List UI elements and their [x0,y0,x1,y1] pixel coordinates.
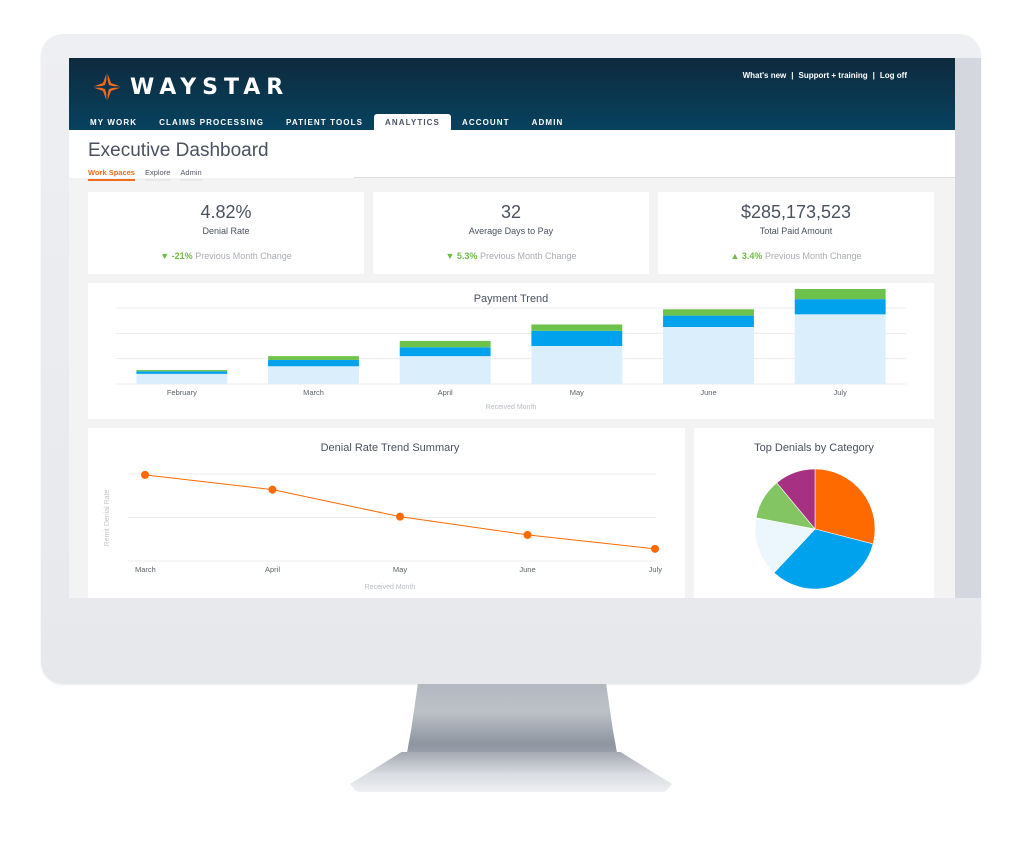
bar-segment[interactable] [136,371,228,374]
x-tick-label: July [833,388,847,397]
subtab-work-spaces[interactable]: Work Spaces [88,168,135,181]
page-title: Executive Dashboard [88,140,269,161]
x-tick-label: March [135,565,156,574]
kpi-change: ▲ 3.4% Previous Month Change [658,251,934,261]
chart-title: Top Denials by Category [754,442,874,454]
data-point[interactable] [141,470,149,479]
log-off-link[interactable]: Log off [880,71,907,80]
chart-title: Denial Rate Trend Summary [321,442,460,454]
kpi-label: Total Paid Amount [759,226,833,236]
kpi-change-label: Previous Month Change [479,251,577,261]
brand-name: WAYSTAR [130,74,290,100]
x-tick-label: May [393,565,407,574]
screen-edge [955,58,981,598]
separator: | [791,71,794,80]
subtabs: Work Spaces Explore Admin [88,168,202,181]
bar-segment[interactable] [399,347,491,357]
kpi-change-value: -21% [171,251,193,261]
monitor-stand-base [350,752,672,792]
divider [354,177,955,178]
page-header: Executive Dashboard Work Spaces Explore … [69,130,955,181]
bar-segment[interactable] [663,315,754,327]
x-tick-label: April [438,388,453,397]
subtab-explore[interactable]: Explore [144,168,171,181]
x-tick-label: June [519,565,535,574]
bar-segment[interactable] [399,356,491,384]
app-header: WAYSTAR What's new | Support + training … [69,58,955,130]
kpi-change-label: Previous Month Change [195,251,292,261]
denial-rate-trend-card: Denial Rate Trend Summary March April May J… [88,428,685,598]
bar-segment[interactable] [794,314,886,384]
whats-new-link[interactable]: What's new [743,71,787,80]
bar-segment[interactable] [268,356,359,360]
down-triangle-icon: ▼ [445,251,455,261]
main-nav: MY WORK CLAIMS PROCESSING PATIENT TOOLS … [79,114,574,130]
nav-analytics[interactable]: ANALYTICS [374,114,451,130]
kpi-card-days-to-pay[interactable]: 32 Average Days to Pay ▼ 5.3% Previous M… [373,192,649,274]
data-point[interactable] [523,530,532,539]
down-triangle-icon: ▼ [160,251,170,261]
bar-segment[interactable] [531,330,623,346]
bar-segment[interactable] [268,359,359,367]
bar-segment[interactable] [136,370,228,372]
kpi-card-denial-rate[interactable]: 4.82% Denial Rate ▼ -21% Previous Month … [88,192,364,274]
x-axis-label: Received Month [365,584,416,591]
star-logo-icon [92,72,122,102]
kpi-value: $285,173,523 [740,202,852,222]
data-point[interactable] [651,544,659,553]
x-tick-label: June [700,388,716,397]
denial-rate-trend-chart: Denial Rate Trend Summary March April May J… [104,442,663,591]
kpi-change-value: 3.4% [741,251,763,261]
top-denials-pie-chart: Top Denials by Category [754,442,876,590]
payment-trend-card: Payment Trend February March April May June J… [88,283,934,419]
bar-segment[interactable] [794,289,886,300]
bar-segment[interactable] [136,373,228,384]
kpi-change: ▼ 5.3% Previous Month Change [373,251,649,261]
x-tick-label: February [167,388,197,397]
payment-trend-chart: Payment Trend February March April May June J… [116,289,906,411]
kpi-change-value: 5.3% [456,251,478,261]
screen: WAYSTAR What's new | Support + training … [69,58,955,598]
x-tick-label: April [265,565,280,574]
bar-segment[interactable] [399,340,491,348]
kpi-label: Average Days to Pay [468,226,554,236]
kpi-change-label: Previous Month Change [764,251,862,261]
kpi-value: 4.82% [200,202,252,222]
series-line [144,474,656,550]
bar-segment[interactable] [663,309,754,316]
chart-title: Payment Trend [474,293,549,305]
x-axis-label: Received Month [486,404,537,411]
brand-logo[interactable]: WAYSTAR [92,72,289,102]
nav-claims-processing[interactable]: CLAIMS PROCESSING [148,114,275,130]
data-point[interactable] [396,512,404,521]
bar-segment[interactable] [531,346,623,384]
x-tick-label: July [649,565,663,574]
support-training-link[interactable]: Support + training [799,71,868,80]
data-point[interactable] [268,485,277,494]
nav-admin[interactable]: ADMIN [521,114,575,130]
subtab-admin[interactable]: Admin [180,168,202,181]
separator: | [872,71,875,80]
kpi-change: ▼ -21% Previous Month Change [88,251,364,261]
kpi-value: 32 [500,202,522,222]
up-triangle-icon: ▲ [730,251,740,261]
bar-segment[interactable] [268,366,359,384]
top-denials-card: Top Denials by Category [694,428,934,598]
kpi-label: Denial Rate [202,226,250,236]
x-tick-label: March [303,388,324,397]
utility-links: What's new | Support + training | Log of… [743,71,907,80]
bar-segment[interactable] [794,299,886,315]
nav-account[interactable]: ACCOUNT [451,114,521,130]
kpi-card-total-paid[interactable]: $285,173,523 Total Paid Amount ▲ 3.4% Pr… [658,192,934,274]
bar-segment[interactable] [531,324,623,331]
bar-segment[interactable] [663,327,754,384]
nav-my-work[interactable]: MY WORK [79,114,148,130]
y-axis-label: Remit Denial Rate [104,489,111,546]
x-tick-label: May [570,388,584,397]
nav-patient-tools[interactable]: PATIENT TOOLS [275,114,374,130]
